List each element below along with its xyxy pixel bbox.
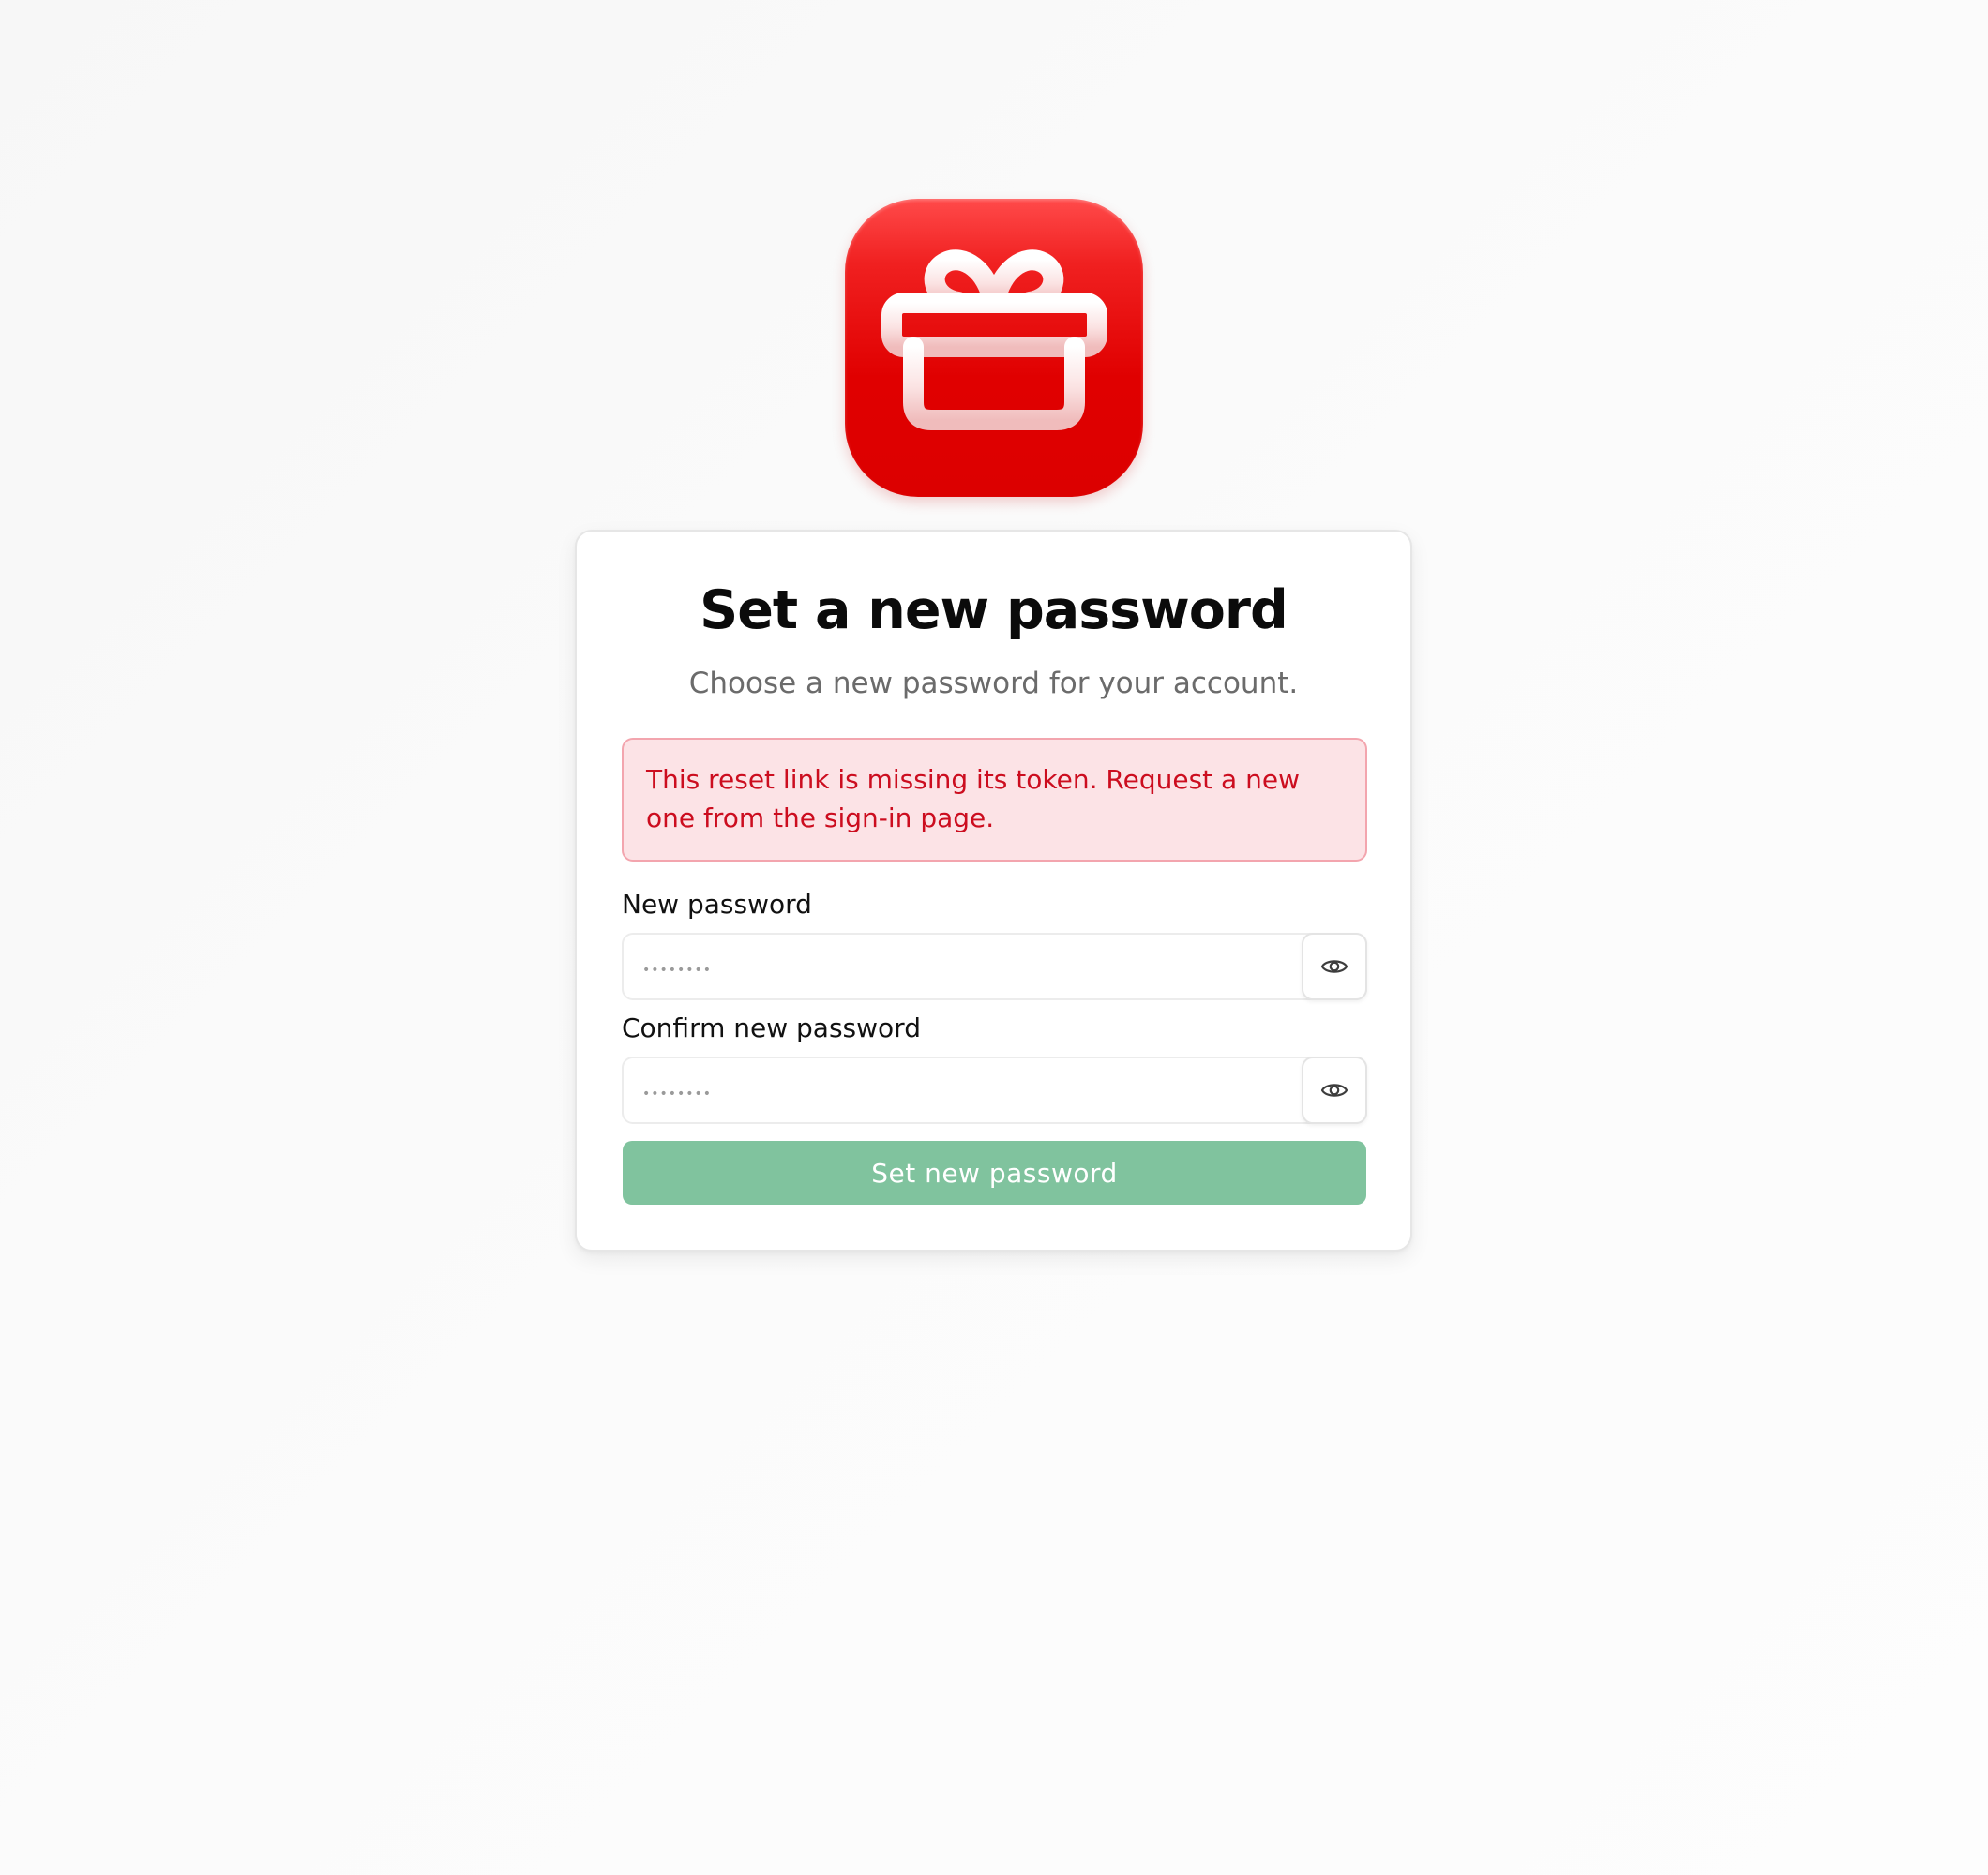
new-password-label: New password bbox=[622, 889, 812, 920]
error-alert-message: This reset link is missing its token. Re… bbox=[646, 764, 1300, 833]
eye-icon bbox=[1320, 960, 1348, 973]
confirm-password-label: Confirm new password bbox=[622, 1012, 921, 1043]
confirm-password-field-group bbox=[622, 1057, 1367, 1124]
toggle-new-password-visibility-button[interactable] bbox=[1302, 933, 1367, 1000]
toggle-confirm-password-visibility-button[interactable] bbox=[1302, 1057, 1367, 1124]
page-title: Set a new password bbox=[700, 579, 1288, 641]
confirm-password-input[interactable] bbox=[624, 1058, 1302, 1122]
eye-icon bbox=[1320, 1084, 1348, 1097]
gift-icon bbox=[881, 249, 1107, 430]
set-new-password-button[interactable]: Set new password bbox=[623, 1141, 1366, 1205]
app-logo bbox=[845, 199, 1143, 497]
new-password-field-group bbox=[622, 933, 1367, 1000]
new-password-input[interactable] bbox=[624, 935, 1302, 998]
error-alert: This reset link is missing its token. Re… bbox=[622, 738, 1367, 862]
page-subtitle: Choose a new password for your account. bbox=[688, 667, 1299, 700]
reset-password-card: Set a new password Choose a new password… bbox=[575, 530, 1412, 1252]
